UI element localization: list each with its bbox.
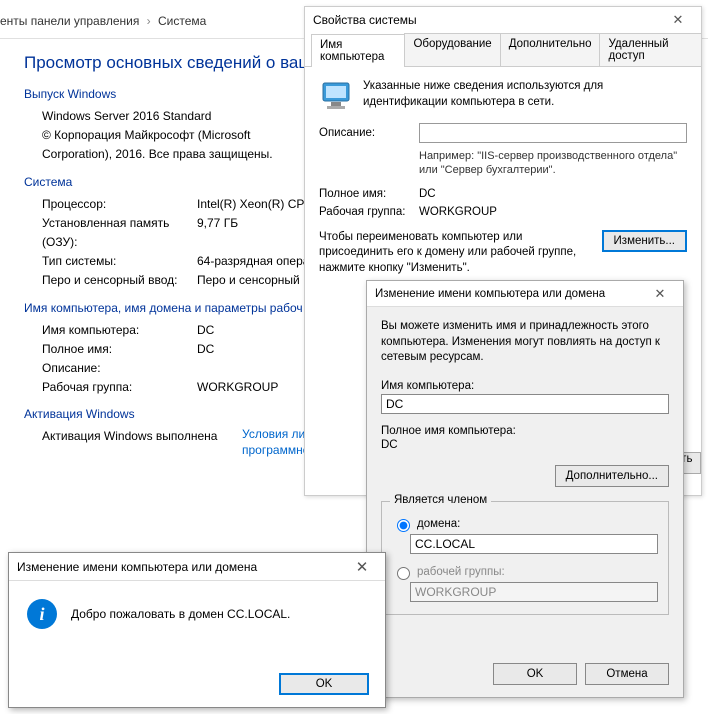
- member-of-group: Является членом домена: рабочей группы:: [381, 501, 669, 615]
- close-icon[interactable]: ✕: [645, 286, 675, 302]
- pen-label: Перо и сенсорный ввод:: [42, 271, 197, 290]
- tab-hardware[interactable]: Оборудование: [404, 33, 500, 66]
- info-icon: i: [27, 599, 57, 629]
- breadcrumb-separator: ›: [147, 14, 151, 28]
- computer-name-input[interactable]: [381, 394, 669, 414]
- titlebar[interactable]: Свойства системы ✕: [305, 7, 701, 33]
- change-name-domain-dialog: Изменение имени компьютера или домена ✕ …: [366, 280, 684, 698]
- cpu-label: Процессор:: [42, 195, 197, 214]
- dialog-title: Свойства системы: [313, 13, 663, 27]
- desc-label: Описание:: [319, 127, 419, 139]
- cname-label: Имя компьютера:: [42, 321, 197, 340]
- ident-text: Указанные ниже сведения используются для…: [363, 79, 687, 113]
- workgroup-label: Рабочая группа:: [319, 206, 419, 218]
- titlebar[interactable]: Изменение имени компьютера или домена ✕: [367, 281, 683, 307]
- titlebar[interactable]: Изменение имени компьютера или домена ✕: [9, 553, 385, 581]
- domain-radio-label: домена:: [417, 518, 460, 530]
- member-legend: Является членом: [390, 494, 491, 506]
- fullname-label: Полное имя компьютера:: [381, 424, 669, 439]
- cancel-button[interactable]: Отмена: [585, 663, 669, 685]
- intro-text: Вы можете изменить имя и принадлежность …: [381, 319, 669, 366]
- copyright: © Корпорация Майкрософт (Microsoft Corpo…: [42, 126, 302, 164]
- fullname-value: DC: [419, 188, 436, 200]
- welcome-message-dialog: Изменение имени компьютера или домена ✕ …: [8, 552, 386, 708]
- fname-label: Полное имя:: [42, 340, 197, 359]
- workgroup-radio[interactable]: [397, 567, 410, 580]
- fullname-value: DC: [381, 438, 669, 453]
- wg-label: Рабочая группа:: [42, 378, 197, 397]
- close-icon[interactable]: ✕: [347, 558, 377, 576]
- activation-status: Активация Windows выполнена: [42, 427, 242, 458]
- tab-advanced[interactable]: Дополнительно: [500, 33, 601, 66]
- close-icon[interactable]: ✕: [663, 12, 693, 28]
- ram-label: Установленная память (ОЗУ):: [42, 214, 197, 252]
- workgroup-value: WORKGROUP: [419, 206, 497, 218]
- domain-input[interactable]: [410, 534, 658, 554]
- dialog-title: Изменение имени компьютера или домена: [375, 288, 645, 300]
- tabs: Имя компьютера Оборудование Дополнительн…: [305, 33, 701, 67]
- breadcrumb-seg[interactable]: енты панели управления: [0, 14, 139, 28]
- ok-button[interactable]: OK: [279, 673, 369, 695]
- domain-radio[interactable]: [397, 519, 410, 532]
- type-label: Тип системы:: [42, 252, 197, 271]
- message-text: Добро пожаловать в домен CC.LOCAL.: [71, 607, 290, 621]
- advanced-button[interactable]: Дополнительно...: [555, 465, 669, 487]
- tab-computer-name[interactable]: Имя компьютера: [311, 34, 405, 67]
- computer-name-label: Имя компьютера:: [381, 380, 669, 392]
- workgroup-input: [410, 582, 658, 602]
- breadcrumb-seg[interactable]: Система: [158, 14, 206, 28]
- computer-icon: [319, 79, 353, 113]
- description-input[interactable]: [419, 123, 687, 143]
- example-text: Например: "IIS-сервер производственного …: [419, 149, 687, 178]
- ok-button[interactable]: OK: [493, 663, 577, 685]
- workgroup-radio-label: рабочей группы:: [417, 566, 505, 578]
- change-button[interactable]: Изменить...: [602, 230, 687, 252]
- fullname-label: Полное имя:: [319, 188, 419, 200]
- desc-label: Описание:: [42, 359, 197, 378]
- rename-text: Чтобы переименовать компьютер или присое…: [319, 230, 592, 277]
- dialog-title: Изменение имени компьютера или домена: [17, 560, 347, 574]
- tab-remote[interactable]: Удаленный доступ: [599, 33, 702, 66]
